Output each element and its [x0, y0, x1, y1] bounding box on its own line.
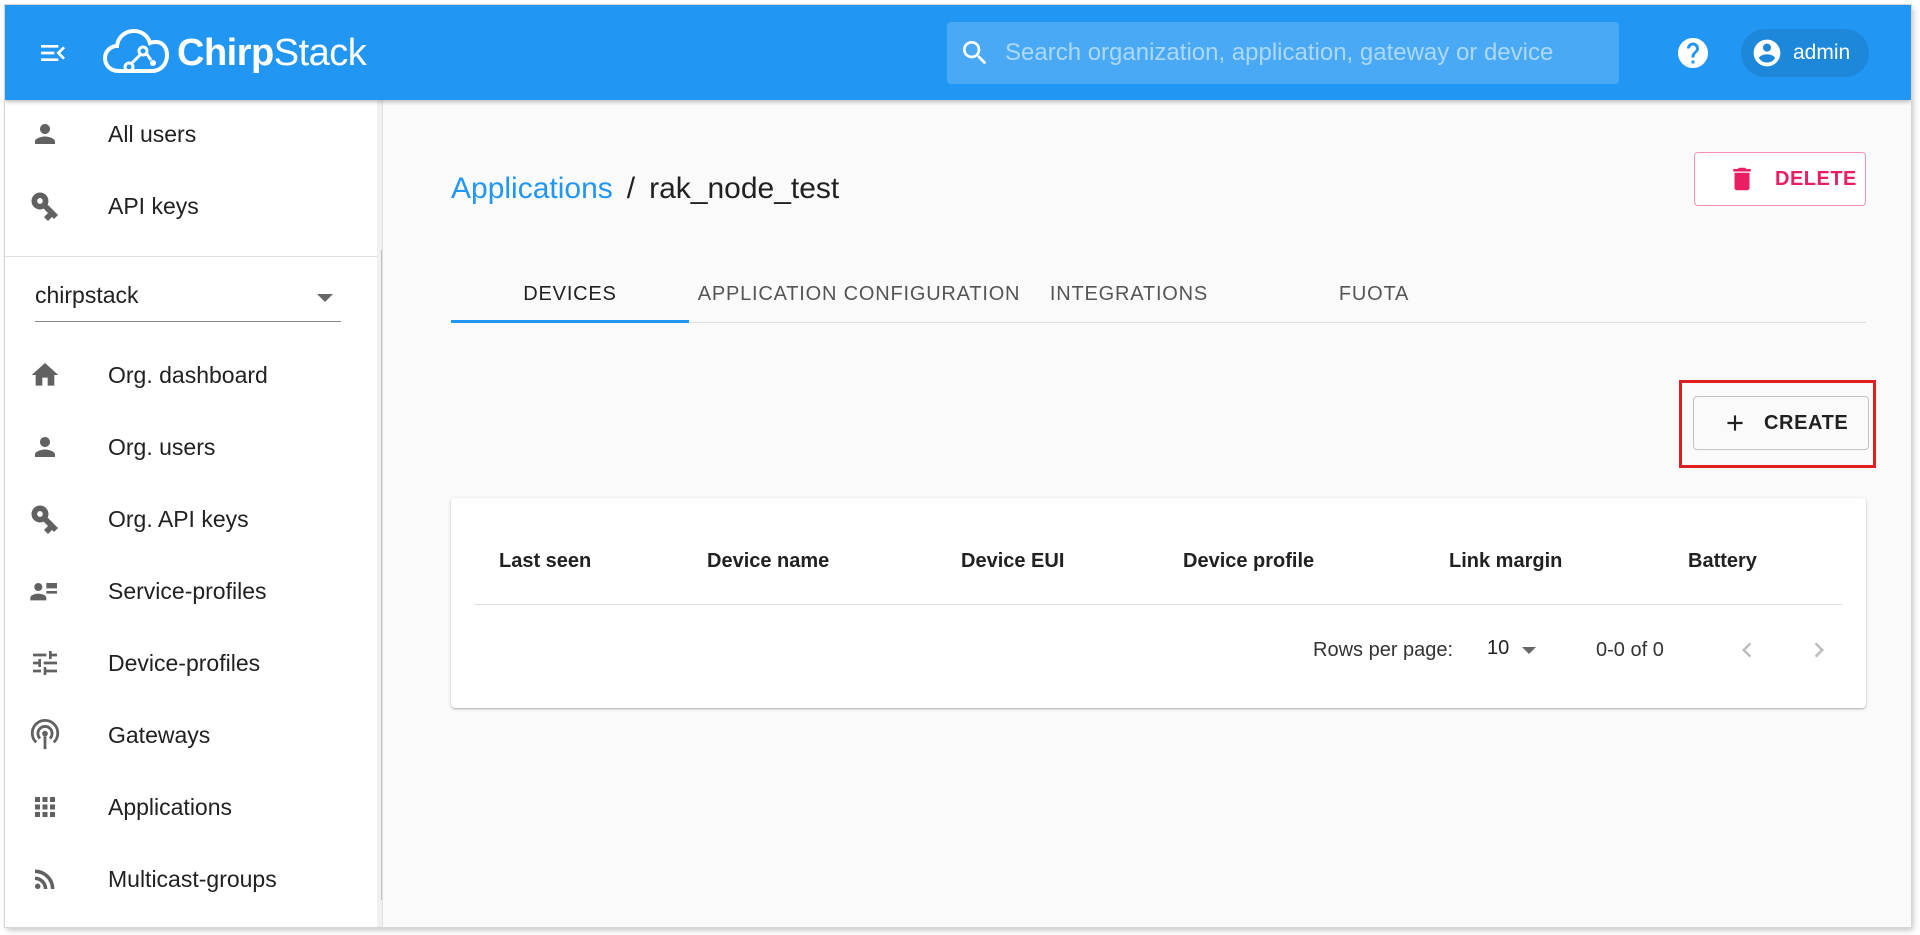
menu-collapse-button[interactable] — [35, 35, 71, 71]
delete-button[interactable]: DELETE — [1694, 152, 1866, 206]
sidebar-item-label: Org. API keys — [108, 505, 249, 532]
sidebar-item-label: Multicast-groups — [108, 865, 277, 892]
sidebar-scrollbar-thumb[interactable] — [381, 250, 382, 900]
sidebar-item-multicast-groups[interactable]: Multicast-groups — [5, 849, 377, 909]
sidebar-scrollbar[interactable] — [377, 100, 382, 927]
column-header-battery[interactable]: Battery — [1688, 550, 1757, 573]
rows-per-page-select[interactable]: 10 — [1487, 637, 1509, 660]
sidebar: All users API keys chirpstack Org. dashb… — [5, 100, 383, 927]
rows-per-page-label: Rows per page: — [1313, 639, 1454, 661]
column-header-device-name[interactable]: Device name — [707, 550, 829, 573]
table-pagination: Rows per page: 10 0-0 of 0 — [451, 605, 1866, 708]
sidebar-item-api-keys[interactable]: API keys — [5, 176, 377, 236]
sidebar-item-label: All users — [108, 120, 197, 147]
tab-fuota[interactable]: FUOTA — [1255, 265, 1493, 323]
devices-table: Last seen Device name Device EUI Device … — [451, 498, 1866, 708]
column-header-device-profile[interactable]: Device profile — [1183, 550, 1314, 573]
chirpstack-logo[interactable]: ChirpStack — [103, 23, 367, 83]
sidebar-item-label: Org. users — [108, 433, 216, 460]
create-button-highlight: CREATE — [1679, 380, 1876, 468]
contact-list-icon — [27, 573, 63, 609]
search-icon — [963, 41, 987, 65]
cloud-logo-icon — [103, 28, 169, 73]
tab-bar: DEVICES APPLICATION CONFIGURATION INTEGR… — [451, 265, 1866, 323]
logo-text: ChirpStack — [177, 31, 367, 74]
pagination-range: 0-0 of 0 — [1596, 639, 1664, 661]
sliders-icon — [27, 645, 63, 681]
active-tab-indicator — [451, 320, 689, 323]
organization-select[interactable]: chirpstack — [35, 272, 341, 322]
tab-label: APPLICATION CONFIGURATION — [697, 282, 1021, 305]
trash-icon — [1733, 167, 1751, 191]
main-content: Applications / rak_node_test DELETE DEVI… — [403, 100, 1911, 927]
column-header-device-eui[interactable]: Device EUI — [961, 550, 1064, 573]
search-box[interactable] — [947, 22, 1619, 84]
page-title: rak_node_test — [649, 172, 840, 205]
person-icon — [27, 116, 63, 152]
user-menu-button[interactable]: admin — [1741, 29, 1869, 77]
tab-devices[interactable]: DEVICES — [451, 265, 689, 323]
home-icon — [27, 357, 63, 393]
help-icon — [1678, 38, 1708, 68]
sidebar-item-applications[interactable]: Applications — [5, 777, 377, 837]
chevron-down-icon[interactable] — [1522, 647, 1536, 654]
top-app-bar: ChirpStack admin — [5, 5, 1911, 100]
menu-open-icon — [41, 45, 65, 61]
sidebar-item-org-dashboard[interactable]: Org. dashboard — [5, 345, 377, 405]
key-icon — [27, 501, 63, 537]
antenna-icon — [27, 717, 63, 753]
tab-label: DEVICES — [523, 282, 617, 305]
sidebar-item-label: Gateways — [108, 721, 211, 748]
sidebar-item-org-users[interactable]: Org. users — [5, 417, 377, 477]
breadcrumb: Applications / rak_node_test — [451, 172, 839, 206]
chevron-right-icon — [1814, 642, 1824, 658]
chevron-down-icon — [317, 294, 333, 302]
breadcrumb-separator: / — [626, 172, 636, 205]
sidebar-item-label: API keys — [108, 192, 199, 219]
sidebar-item-gateways[interactable]: Gateways — [5, 705, 377, 765]
user-name: admin — [1793, 41, 1851, 64]
help-button[interactable] — [1675, 35, 1711, 71]
create-button-label: CREATE — [1764, 411, 1849, 434]
search-input[interactable] — [1005, 39, 1565, 67]
rss-icon — [27, 861, 63, 897]
tab-integrations[interactable]: INTEGRATIONS — [1029, 265, 1229, 323]
sidebar-item-label: Service-profiles — [108, 577, 267, 604]
delete-button-label: DELETE — [1775, 167, 1857, 190]
sidebar-item-service-profiles[interactable]: Service-profiles — [5, 561, 377, 621]
tab-application-configuration[interactable]: APPLICATION CONFIGURATION — [689, 265, 1029, 323]
column-header-link-margin[interactable]: Link margin — [1449, 550, 1562, 573]
sidebar-item-all-users[interactable]: All users — [5, 104, 377, 164]
create-button[interactable]: CREATE — [1693, 396, 1869, 450]
organization-select-value: chirpstack — [35, 282, 139, 308]
next-page-button[interactable] — [1799, 630, 1839, 670]
sidebar-item-label: Applications — [108, 793, 233, 820]
breadcrumb-applications-link[interactable]: Applications — [451, 172, 613, 206]
sidebar-item-label: Device-profiles — [108, 649, 261, 676]
table-header: Last seen Device name Device EUI Device … — [475, 498, 1842, 605]
key-icon — [27, 188, 63, 224]
column-header-last-seen[interactable]: Last seen — [499, 550, 591, 573]
sidebar-item-device-profiles[interactable]: Device-profiles — [5, 633, 377, 693]
plus-icon — [1727, 415, 1743, 431]
grid-icon — [27, 789, 63, 825]
chevron-left-icon — [1742, 642, 1752, 658]
tab-label: FUOTA — [1338, 282, 1410, 305]
sidebar-divider — [5, 256, 377, 257]
person-icon — [27, 429, 63, 465]
app-window: ChirpStack admin All users — [5, 5, 1911, 927]
tab-label: INTEGRATIONS — [1049, 282, 1209, 305]
previous-page-button[interactable] — [1727, 630, 1767, 670]
account-circle-icon — [1753, 39, 1781, 67]
sidebar-item-org-api-keys[interactable]: Org. API keys — [5, 489, 377, 549]
sidebar-item-label: Org. dashboard — [108, 361, 268, 388]
